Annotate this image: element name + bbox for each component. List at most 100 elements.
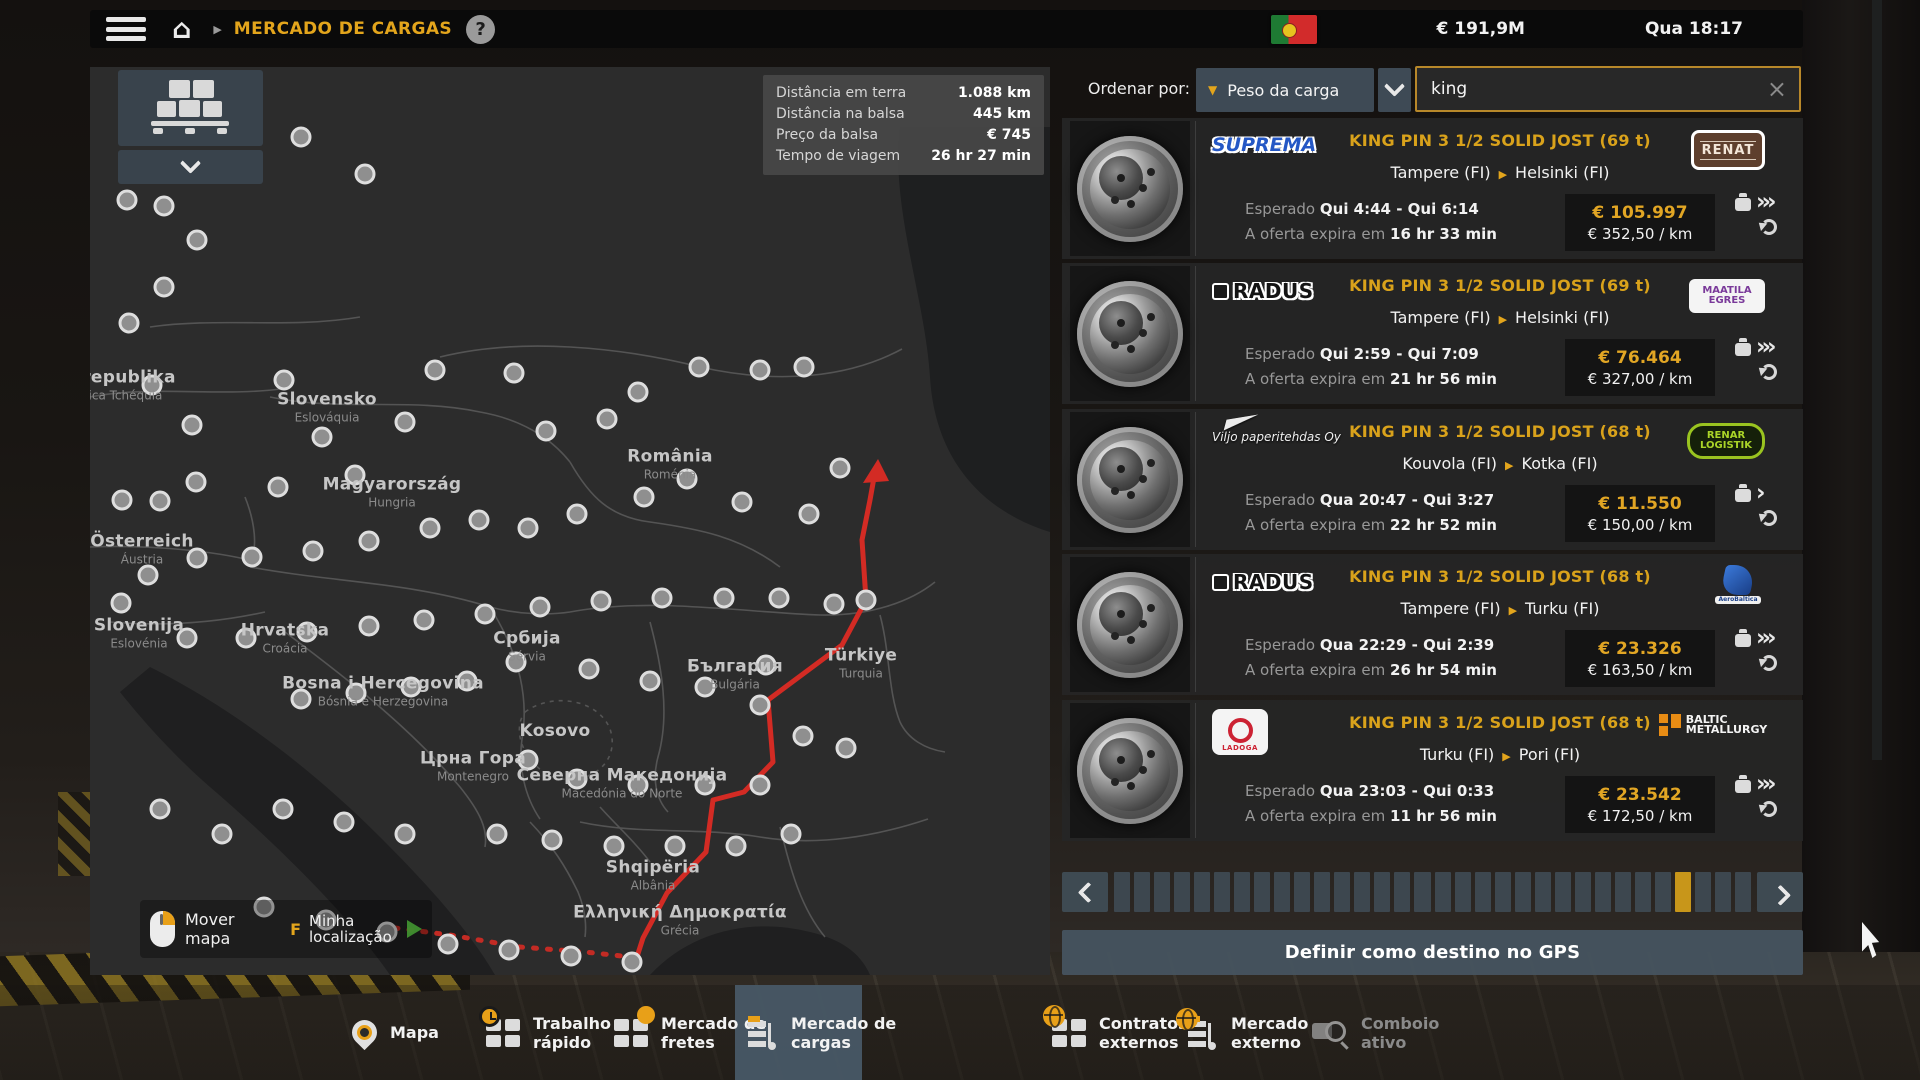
cargo-listing[interactable]: SUPREMA KING PIN 3 1/2 SOLID JOST (69 t)… — [1062, 118, 1803, 259]
page-tick[interactable] — [1435, 872, 1451, 912]
map-city-node[interactable] — [439, 935, 457, 953]
map-city-node[interactable] — [415, 611, 433, 629]
map-city-node[interactable] — [112, 594, 130, 612]
map-city-node[interactable] — [623, 953, 641, 971]
map-city-node[interactable] — [543, 831, 561, 849]
map-city-node[interactable] — [757, 656, 775, 674]
page-tick[interactable] — [1294, 872, 1310, 912]
page-tick[interactable] — [1455, 872, 1471, 912]
tab-mercado-externo[interactable]: Mercadoexterno — [1182, 985, 1308, 1080]
map-city-node[interactable] — [269, 478, 287, 496]
map-city-node[interactable] — [155, 278, 173, 296]
map-city-node[interactable] — [188, 231, 206, 249]
page-tick[interactable] — [1414, 872, 1430, 912]
page-tick[interactable] — [1354, 872, 1370, 912]
map-city-node[interactable] — [629, 776, 647, 794]
map-city-node[interactable] — [396, 825, 414, 843]
map-city-node[interactable] — [151, 800, 169, 818]
cargo-listing[interactable]: Viljo paperitehdas Oy KING PIN 3 1/2 SOL… — [1062, 409, 1803, 550]
map-city-node[interactable] — [690, 358, 708, 376]
route-map[interactable]: Polóniaá republikablica TchéquiaSlovensk… — [90, 67, 1050, 975]
tab-trabalho-rapido[interactable]: Trabalhorápido — [486, 985, 611, 1080]
set-gps-destination-button[interactable]: Definir como destino no GPS — [1062, 930, 1803, 975]
map-city-node[interactable] — [519, 519, 537, 537]
map-city-node[interactable] — [831, 459, 849, 477]
map-city-node[interactable] — [568, 505, 586, 523]
map-city-node[interactable] — [715, 589, 733, 607]
page-tick[interactable] — [1635, 872, 1651, 912]
map-city-node[interactable] — [313, 428, 331, 446]
page-tick[interactable] — [1374, 872, 1390, 912]
page-tick[interactable] — [1134, 872, 1150, 912]
page-tick[interactable] — [1495, 872, 1511, 912]
tab-mapa[interactable]: Mapa — [352, 985, 439, 1080]
page-tick[interactable] — [1214, 872, 1230, 912]
map-city-node[interactable] — [298, 623, 316, 641]
map-city-node[interactable] — [396, 413, 414, 431]
map-city-node[interactable] — [188, 549, 206, 567]
page-tick[interactable] — [1174, 872, 1190, 912]
map-city-node[interactable] — [751, 361, 769, 379]
search-input[interactable] — [1417, 79, 1767, 99]
map-city-node[interactable] — [120, 314, 138, 332]
map-city-node[interactable] — [213, 825, 231, 843]
map-city-node[interactable] — [178, 629, 196, 647]
map-city-node[interactable] — [629, 383, 647, 401]
map-city-node[interactable] — [113, 491, 131, 509]
tab-mercado-de-cargas[interactable]: Mercado decargas — [748, 985, 896, 1080]
home-icon[interactable]: ⌂ — [172, 16, 191, 43]
map-city-node[interactable] — [275, 371, 293, 389]
map-city-node[interactable] — [562, 947, 580, 965]
map-city-node[interactable] — [837, 739, 855, 757]
map-city-node[interactable] — [243, 548, 261, 566]
map-city-node[interactable] — [800, 505, 818, 523]
help-icon[interactable]: ? — [466, 15, 495, 44]
map-city-node[interactable] — [751, 776, 769, 794]
map-city-node[interactable] — [733, 493, 751, 511]
map-city-node[interactable] — [825, 595, 843, 613]
map-city-node[interactable] — [519, 751, 537, 769]
map-city-node[interactable] — [795, 358, 813, 376]
map-city-node[interactable] — [635, 488, 653, 506]
tab-mercado-de-fretes[interactable]: Mercado defretes — [614, 985, 766, 1080]
map-city-node[interactable] — [143, 376, 161, 394]
map-city-node[interactable] — [727, 837, 745, 855]
page-tick[interactable] — [1615, 872, 1631, 912]
map-city-node[interactable] — [274, 800, 292, 818]
page-tick[interactable] — [1515, 872, 1531, 912]
page-tick[interactable] — [1655, 872, 1671, 912]
map-city-node[interactable] — [476, 605, 494, 623]
map-city-node[interactable] — [568, 770, 586, 788]
page-tick-active[interactable] — [1675, 872, 1691, 912]
page-tick[interactable] — [1234, 872, 1250, 912]
page-tick[interactable] — [1735, 872, 1751, 912]
menu-icon[interactable] — [106, 17, 146, 41]
page-tick[interactable] — [1194, 872, 1210, 912]
map-city-node[interactable] — [421, 519, 439, 537]
map-city-node[interactable] — [857, 591, 875, 609]
map-city-node[interactable] — [794, 727, 812, 745]
map-city-node[interactable] — [292, 128, 310, 146]
map-city-node[interactable] — [304, 542, 322, 560]
map-city-node[interactable] — [151, 492, 169, 510]
map-city-node[interactable] — [598, 410, 616, 428]
page-tick[interactable] — [1274, 872, 1290, 912]
page-tick[interactable] — [1535, 872, 1551, 912]
collapse-panel-button[interactable] — [118, 150, 263, 184]
map-city-node[interactable] — [347, 684, 365, 702]
page-tick[interactable] — [1475, 872, 1491, 912]
map-city-node[interactable] — [360, 532, 378, 550]
map-city-node[interactable] — [782, 825, 800, 843]
map-city-node[interactable] — [356, 165, 374, 183]
map-city-node[interactable] — [531, 598, 549, 616]
map-city-node[interactable] — [183, 416, 201, 434]
map-city-node[interactable] — [580, 660, 598, 678]
prev-page-button[interactable] — [1062, 872, 1108, 912]
map-city-node[interactable] — [666, 837, 684, 855]
map-city-node[interactable] — [155, 197, 173, 215]
map-city-node[interactable] — [537, 422, 555, 440]
page-tick[interactable] — [1555, 872, 1571, 912]
cargo-listing[interactable]: LADOGA KING PIN 3 1/2 SOLID JOST (68 t) … — [1062, 700, 1803, 841]
page-tick[interactable] — [1314, 872, 1330, 912]
map-city-node[interactable] — [507, 653, 525, 671]
